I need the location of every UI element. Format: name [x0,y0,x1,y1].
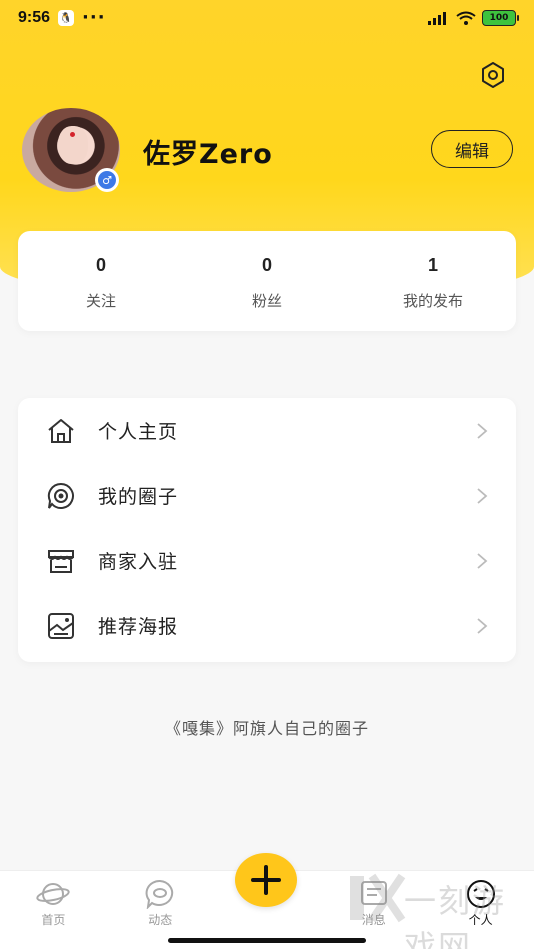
chevron-right-icon [477,422,488,439]
menu-item-merchant-join[interactable]: 商家入驻 [18,528,516,593]
edit-profile-button[interactable]: 编辑 [431,130,513,168]
chevron-right-icon [477,617,488,634]
stat-posts-count: 1 [427,255,438,275]
add-post-button[interactable] [235,853,297,907]
chevron-right-icon [477,552,488,569]
stat-following[interactable]: 0 关注 [18,231,184,331]
stat-following-label: 关注 [85,292,116,310]
status-time: 9:56 [18,9,51,26]
menu-card: 个人主页 我的圈子 商家入驻 推荐海报 [18,398,516,662]
settings-hexagon-icon[interactable] [478,60,508,90]
home-indicator [168,938,366,943]
chat-bubble-icon [145,879,174,909]
stat-followers-count: 0 [261,255,272,275]
chevron-right-icon [477,487,488,504]
menu-label-recommend-poster: 推荐海报 [98,616,179,638]
store-icon [48,549,74,573]
stat-posts[interactable]: 1 我的发布 [350,231,516,331]
wifi-icon [456,11,476,25]
stats-card: 0 关注 0 粉丝 1 我的发布 [18,231,516,331]
tab-home-label: 首页 [41,913,66,927]
watermark-text: 一刻游戏网 [404,882,507,949]
footer-slogan: 《嘎集》阿旗人自己的圈子 [164,719,369,738]
signal-icon [428,12,446,25]
qq-notification-icon: 🐧 [58,10,75,26]
avatar-forehead-mark [70,132,75,137]
status-bar: 9:56 🐧 ··· 100 [0,0,534,36]
menu-item-homepage[interactable]: 个人主页 [18,398,516,463]
stat-followers[interactable]: 0 粉丝 [184,231,350,331]
menu-label-homepage: 个人主页 [98,421,179,443]
stat-followers-label: 粉丝 [251,292,282,310]
stat-posts-label: 我的发布 [402,292,463,310]
menu-label-merchant-join: 商家入驻 [98,551,179,573]
battery-icon: 100 [482,10,519,26]
gender-badge: ♂ [95,168,119,192]
planet-icon [36,883,71,905]
menu-item-recommend-poster[interactable]: 推荐海报 [18,593,516,658]
stat-following-count: 0 [95,255,106,275]
male-icon: ♂ [98,171,116,189]
menu-item-my-circles[interactable]: 我的圈子 [18,463,516,528]
poster-icon [48,612,74,639]
circle-chat-icon [47,482,74,509]
username: 佐罗Zero [143,139,273,170]
tab-home[interactable]: 首页 [0,871,107,949]
tab-feed-label: 动态 [148,913,173,927]
more-notifications-icon: ··· [82,7,106,28]
menu-label-my-circles: 我的圈子 [98,486,179,508]
plus-icon [251,865,281,895]
home-icon [48,418,74,443]
